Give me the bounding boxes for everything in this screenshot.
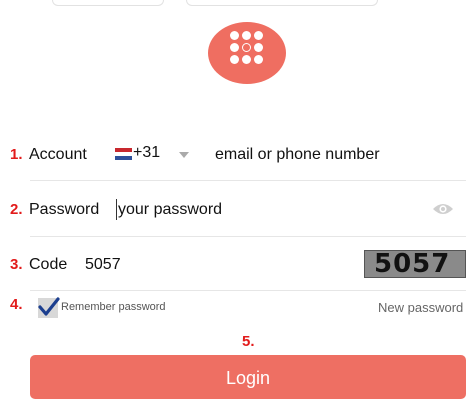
step-marker-1: 1. [10, 146, 23, 163]
checkmark-icon [38, 297, 60, 316]
step-marker-4: 4. [10, 296, 23, 313]
app-logo-icon [208, 22, 286, 84]
step-marker-5: 5. [242, 333, 255, 350]
eye-icon[interactable] [432, 202, 454, 216]
password-label: Password [29, 201, 100, 218]
captcha-text: 5057 [374, 249, 451, 279]
step-marker-3: 3. [10, 256, 23, 273]
logo-dot [254, 43, 263, 52]
logo-dot [242, 55, 251, 64]
logo-dot [230, 43, 239, 52]
country-code-selector[interactable]: +31 [133, 144, 160, 162]
code-label: Code [29, 256, 68, 273]
remember-checkbox[interactable] [38, 297, 60, 318]
logo-dot [254, 31, 263, 40]
logo-dot [242, 43, 251, 52]
caret-down-icon[interactable] [179, 152, 189, 158]
top-tab-strip [0, 0, 466, 6]
login-button[interactable]: Login [30, 355, 466, 399]
logo-dot [230, 31, 239, 40]
password-input[interactable]: your password [118, 201, 222, 219]
step-marker-2: 2. [10, 201, 23, 218]
new-password-link[interactable]: New password [378, 300, 463, 315]
top-tab-edge [186, 0, 378, 6]
logo-dot [230, 55, 239, 64]
divider [30, 236, 466, 237]
code-input[interactable]: 5057 [85, 256, 121, 274]
netherlands-flag-icon[interactable] [115, 148, 132, 160]
account-label: Account [29, 146, 87, 163]
captcha-image[interactable]: 5057 [364, 249, 466, 279]
divider [30, 180, 466, 181]
top-tab-edge [52, 0, 164, 6]
text-cursor [116, 199, 117, 220]
account-input[interactable]: email or phone number [215, 146, 380, 164]
logo-dot [242, 31, 251, 40]
logo-dot [254, 55, 263, 64]
divider [30, 290, 466, 291]
remember-password-label: Remember password [61, 301, 166, 313]
